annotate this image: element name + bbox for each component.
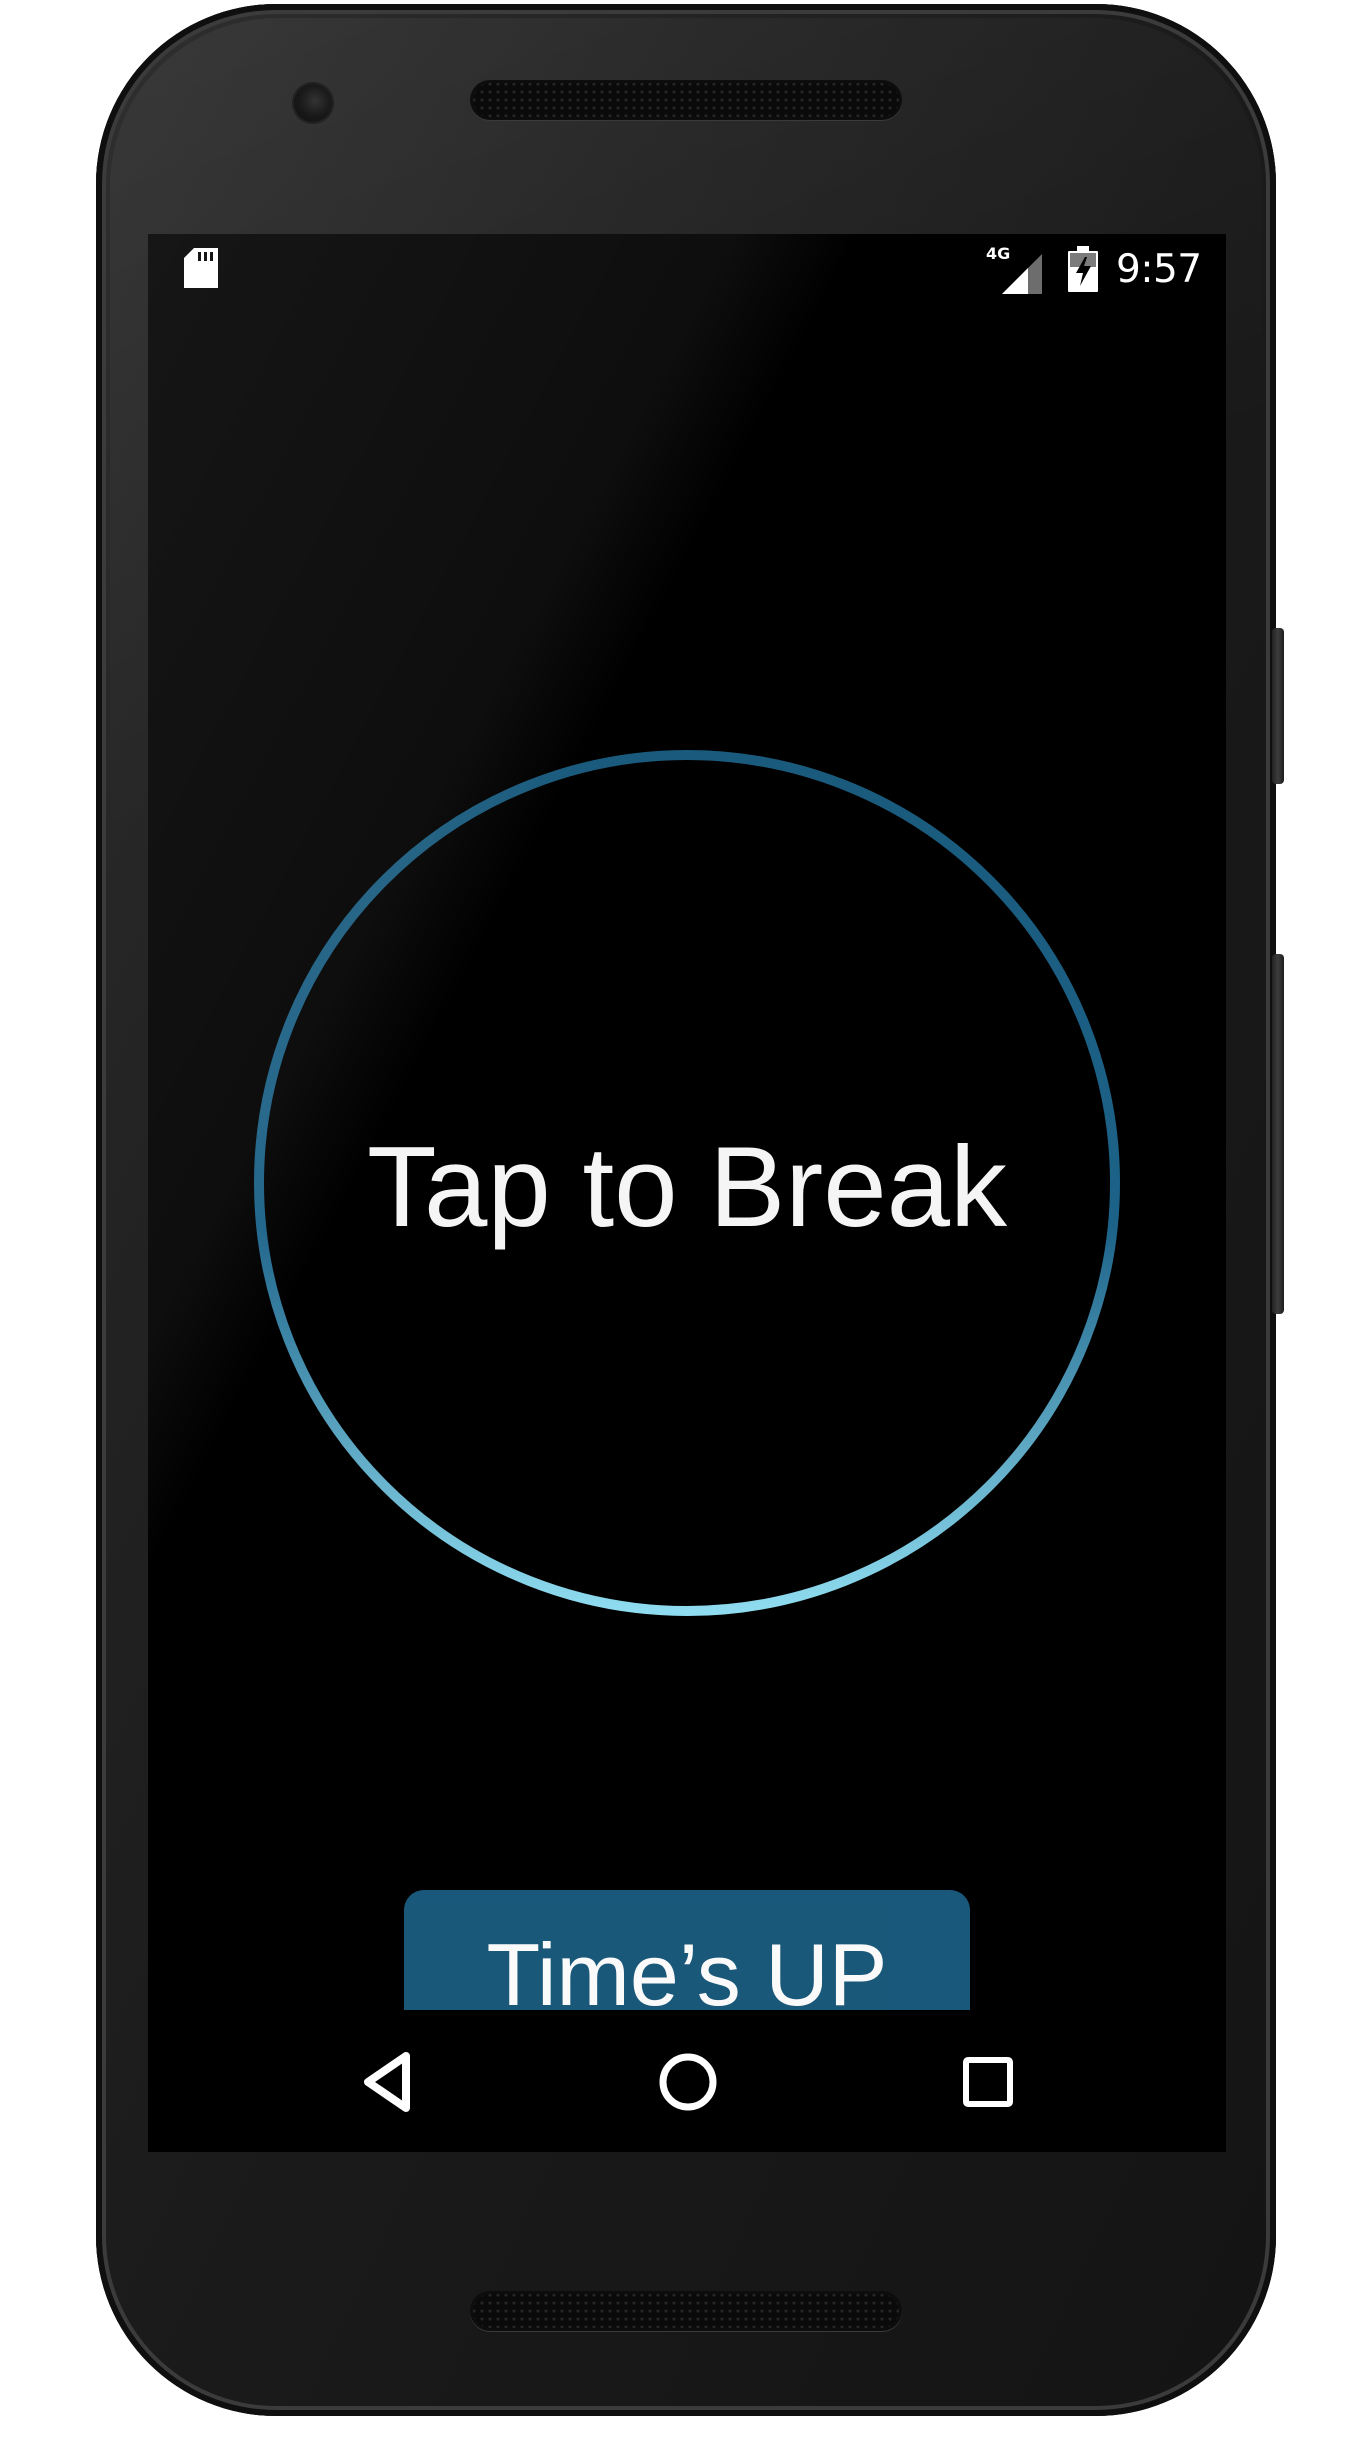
recents-button[interactable] (938, 2032, 1038, 2132)
device-frame-stage: 4G 9:57 Tap to Break Time’s UP (0, 0, 1370, 2446)
sd-card-icon (184, 248, 218, 288)
back-triangle-icon (364, 2052, 410, 2112)
android-navigation-bar (148, 2010, 1226, 2152)
top-speaker-grille (470, 80, 902, 120)
power-button (1272, 628, 1284, 784)
phone-screen: 4G 9:57 Tap to Break Time’s UP (148, 234, 1226, 2152)
status-time: 9:57 (1116, 247, 1202, 292)
recents-square-icon (963, 2057, 1013, 2107)
status-bar: 4G 9:57 (148, 234, 1226, 310)
volume-button (1272, 954, 1284, 1314)
home-circle-icon (659, 2053, 717, 2111)
tap-to-break-timer[interactable] (252, 748, 1122, 1618)
home-button[interactable] (638, 2032, 738, 2132)
battery-charging-icon (1068, 246, 1098, 292)
front-camera-icon (292, 82, 334, 124)
times-up-button[interactable]: Time’s UP (404, 1890, 970, 2030)
bottom-speaker-grille (470, 2291, 902, 2331)
network-type-label: 4G (986, 244, 1011, 263)
cell-signal-icon: 4G (986, 246, 1042, 294)
back-button[interactable] (336, 2032, 436, 2132)
